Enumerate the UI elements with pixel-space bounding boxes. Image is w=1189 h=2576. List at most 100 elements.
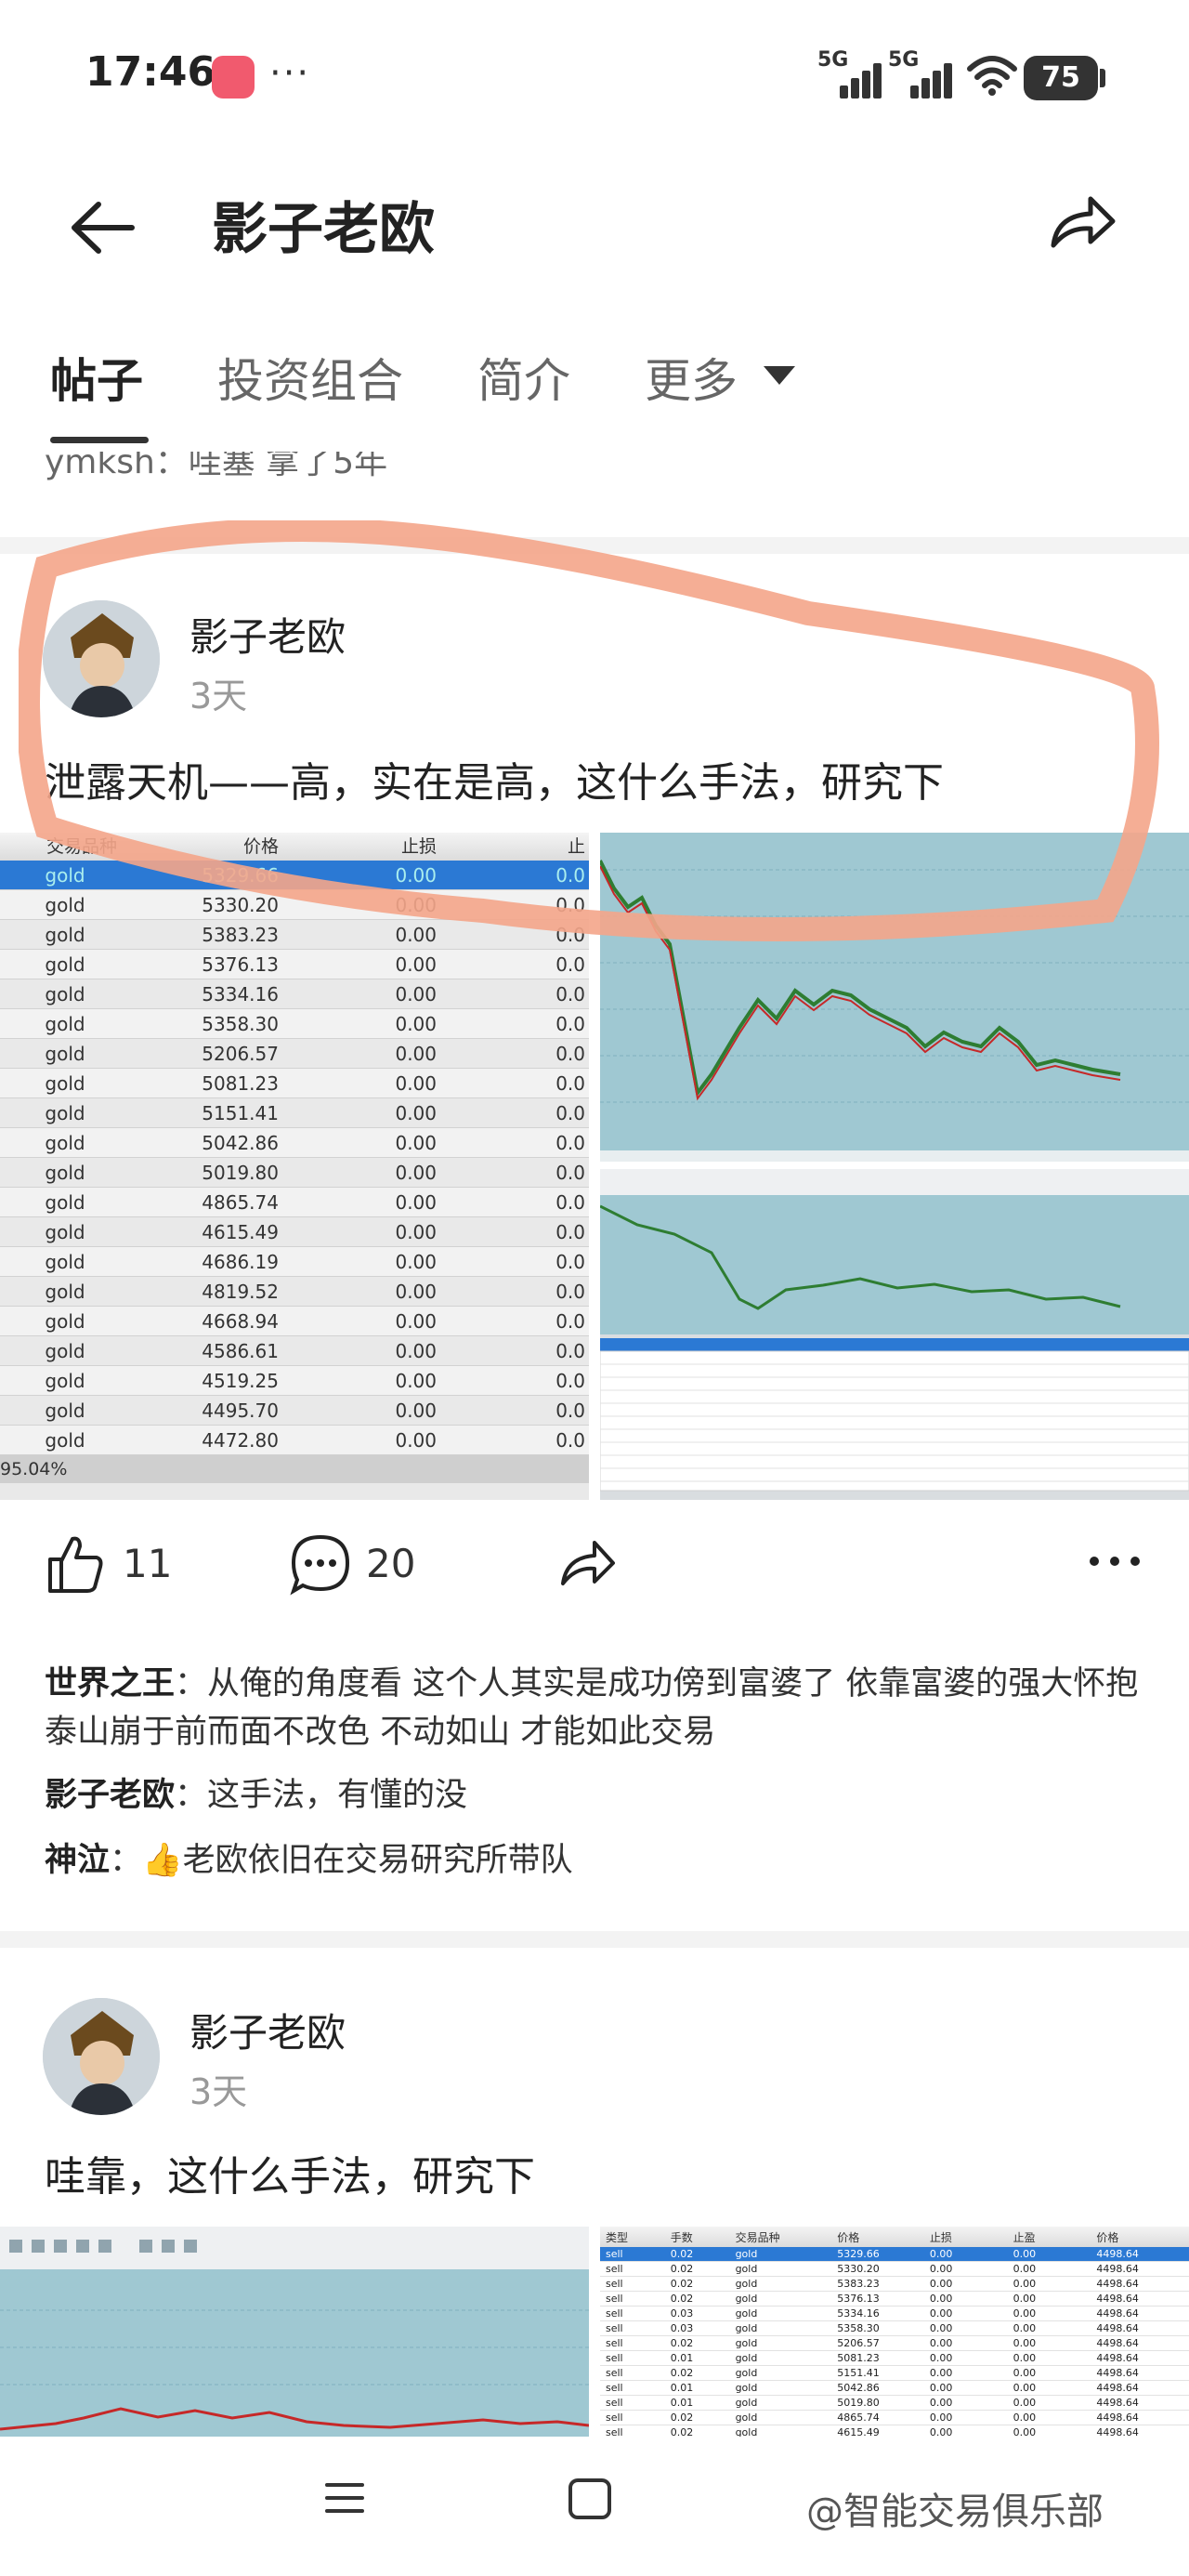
table-cell: gold [45,1012,85,1035]
table-cell: 0.00 [1013,2352,1037,2364]
table-row[interactable]: gold 5042.86 0.00 0.0 [0,1128,589,1158]
comment-author[interactable]: 神泣 [45,1842,110,1879]
table-row[interactable]: gold 5081.23 0.00 0.0 [0,1069,589,1098]
table-row[interactable]: sell 0.03 gold 5334.16 0.00 0.00 4498.64 [600,2307,1189,2321]
post-text[interactable]: 哇靠，这什么手法，研究下 [45,2143,535,2202]
table-cell: sell [606,2397,623,2409]
table-cell: gold [735,2426,758,2437]
table-cell: 0.00 [929,2263,953,2275]
table-cell: 0.00 [1013,2307,1037,2320]
table-cell: 0.03 [670,2307,694,2320]
comment-icon[interactable] [288,1531,353,1597]
trading-terminal-image[interactable] [600,1169,1189,1500]
table-row[interactable]: gold 4586.61 0.00 0.0 [0,1336,589,1366]
table-row[interactable]: gold 4615.49 0.00 0.0 [0,1217,589,1247]
table-cell: 0.00 [395,1161,437,1184]
tab-portfolio[interactable]: 投资组合 [217,344,403,411]
table-cell: 0.00 [1013,2367,1037,2379]
table-row[interactable]: sell 0.02 gold 5329.66 0.00 0.00 4498.64 [600,2247,1189,2262]
table-cell: 0.00 [929,2412,953,2424]
comment-author[interactable]: 影子老欧 [45,1777,175,1814]
table-cell: sell [606,2367,623,2379]
comment-author[interactable]: 世界之王 [45,1665,175,1702]
table-row[interactable]: gold 4686.19 0.00 0.0 [0,1247,589,1277]
like-icon[interactable] [45,1533,106,1595]
table-row[interactable]: sell 0.01 gold 5019.80 0.00 0.00 4498.64 [600,2396,1189,2411]
share-icon[interactable] [1044,190,1118,255]
col-header: 价格 [1096,2230,1119,2244]
table-cell: 0.00 [929,2352,953,2364]
table-cell: gold [45,1369,85,1392]
table-row[interactable]: sell 0.02 gold 4865.74 0.00 0.00 4498.64 [600,2411,1189,2425]
table-row[interactable]: sell 0.02 gold 5330.20 0.00 0.00 4498.64 [600,2262,1189,2277]
post-time: 3天 [189,2071,248,2112]
table-row[interactable]: sell 0.03 gold 5358.30 0.00 0.00 4498.64 [600,2321,1189,2336]
table-row[interactable]: sell 0.02 gold 5383.23 0.00 0.00 4498.64 [600,2277,1189,2292]
tab-posts[interactable]: 帖子 [50,344,143,411]
comment-item[interactable]: 影子老欧：这手法，有懂的没 [45,1771,1144,1820]
more-options-icon[interactable] [1087,1552,1143,1571]
table-cell: 0.0 [555,1012,585,1035]
back-arrow-icon[interactable] [67,195,141,260]
table-cell: 5081.23 [202,1071,279,1095]
table-row[interactable]: gold 4865.74 0.00 0.0 [0,1188,589,1217]
table-row[interactable]: gold 4819.52 0.00 0.0 [0,1277,589,1307]
table-cell: sell [606,2248,623,2260]
table-cell: 0.00 [395,1131,437,1154]
network-label: 5G [817,48,849,72]
table-row[interactable]: gold 4472.80 0.00 0.0 [0,1426,589,1455]
table-cell: gold [45,1250,85,1273]
trade-table-image[interactable]: 类型 手数 交易品种 价格 止损 止盈 价格 sell 0.02 gold 5329.… [600,2227,1189,2437]
table-cell: 0.00 [395,1190,437,1214]
table-cell: gold [735,2307,758,2320]
comment-sep: ： [175,1777,208,1814]
share-icon[interactable] [557,1535,617,1591]
post-author[interactable]: 影子老欧 [189,2002,346,2058]
table-cell: 0.00 [1013,2293,1037,2305]
table-row[interactable]: sell 0.01 gold 5042.86 0.00 0.00 4498.64 [600,2381,1189,2396]
table-cell: sell [606,2278,623,2290]
chevron-down-icon[interactable] [764,366,795,385]
tab-more[interactable]: 更多 [645,344,738,411]
tab-profile[interactable]: 简介 [477,344,570,411]
table-cell: 0.00 [1013,2426,1037,2437]
table-row[interactable]: gold 4668.94 0.00 0.0 [0,1307,589,1336]
table-row[interactable]: sell 0.02 gold 4615.49 0.00 0.00 4498.64 [600,2425,1189,2437]
table-cell: 0.00 [395,1369,437,1392]
table-row[interactable]: gold 4519.25 0.00 0.0 [0,1366,589,1396]
table-cell: gold [735,2337,758,2349]
table-row[interactable]: sell 0.01 gold 5081.23 0.00 0.00 4498.64 [600,2351,1189,2366]
table-cell: 4615.49 [837,2426,880,2437]
comment-text: 这手法，有懂的没 [207,1777,468,1814]
table-cell: 0.0 [555,982,585,1005]
table-row[interactable]: sell 0.02 gold 5151.41 0.00 0.00 4498.64 [600,2366,1189,2381]
table-header: 类型 手数 交易品种 价格 止损 止盈 价格 [600,2227,1189,2247]
table-row[interactable]: sell 0.02 gold 5376.13 0.00 0.00 4498.64 [600,2292,1189,2307]
highlight-annotation [19,520,1159,941]
table-cell: 4865.74 [202,1190,279,1214]
home-icon[interactable] [567,2477,613,2521]
comment-item[interactable]: 世界之王：从俺的角度看 这个人其实是成功傍到富婆了 依靠富婆的强大怀抱 泰山崩于… [45,1660,1144,1756]
table-cell: gold [735,2352,758,2364]
comment-sep: ： [175,1665,208,1702]
table-row[interactable]: gold 5151.41 0.00 0.0 [0,1098,589,1128]
table-row[interactable]: gold 4495.70 0.00 0.0 [0,1396,589,1426]
table-row[interactable]: gold 5358.30 0.00 0.0 [0,1009,589,1039]
table-row[interactable]: gold 5206.57 0.00 0.0 [0,1039,589,1069]
table-cell: 4498.64 [1096,2426,1139,2437]
table-cell: gold [45,1161,85,1184]
table-cell: 4498.64 [1096,2352,1139,2364]
table-footer: 95.04% [0,1455,589,1483]
table-row[interactable]: gold 5019.80 0.00 0.0 [0,1158,589,1188]
table-row[interactable]: sell 0.02 gold 5206.57 0.00 0.00 4498.64 [600,2336,1189,2351]
table-cell: 4498.64 [1096,2307,1139,2320]
price-chart-image[interactable] [0,2227,589,2437]
menu-icon[interactable] [323,2477,366,2519]
table-row[interactable]: gold 5334.16 0.00 0.0 [0,979,589,1009]
battery-tip [1100,69,1105,87]
comment-item[interactable]: 神泣：👍老欧依旧在交易研究所带队 [45,1836,1144,1885]
table-cell: 5334.16 [202,982,279,1005]
avatar[interactable] [43,1998,160,2115]
table-cell: 0.00 [1013,2337,1037,2349]
table-cell: 5376.13 [837,2293,880,2305]
